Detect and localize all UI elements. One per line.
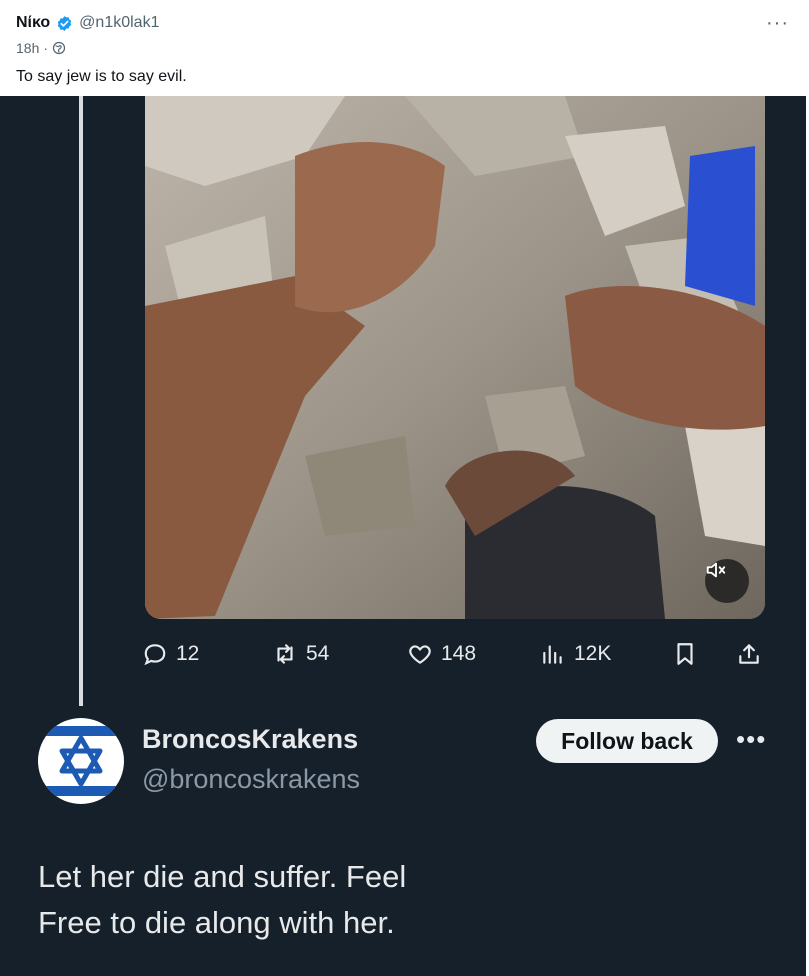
share-icon — [739, 644, 759, 664]
heart-icon — [409, 645, 431, 664]
like-action[interactable]: 148 — [407, 634, 476, 674]
reply-icon — [144, 644, 166, 666]
post-text: To say jew is to say evil. — [16, 68, 187, 85]
quote-more-options-button[interactable]: ••• — [736, 724, 766, 755]
verified-badge-icon — [57, 15, 72, 31]
views-action[interactable]: 12K — [540, 634, 611, 674]
author-name[interactable]: Νίκο — [16, 14, 50, 32]
reply-count: 12 — [176, 642, 200, 665]
author-row: Νίκο @n1k0lak1 — [16, 14, 159, 32]
views-count: 12K — [574, 642, 612, 665]
post-meta: 18h · — [16, 40, 66, 56]
action-bar: 12 54 148 12K — [142, 634, 782, 674]
embedded-screenshot: 12 54 148 12K BroncosKrakens @broncoskra… — [0, 96, 806, 976]
post-header: Νίκο @n1k0lak1 18h · To say jew is to sa… — [0, 0, 809, 96]
thread-line — [79, 96, 83, 706]
quote-text-line-1: Let her die and suffer. Feel — [38, 859, 407, 894]
mute-speaker-icon — [706, 562, 726, 578]
globe-icon — [52, 41, 66, 55]
rubble-image — [145, 96, 765, 619]
more-options-button[interactable]: ··· — [766, 12, 789, 35]
reply-action[interactable]: 12 — [142, 634, 199, 674]
bookmark-action[interactable] — [672, 634, 698, 674]
post-time[interactable]: 18h — [16, 40, 39, 56]
quote-author-handle[interactable]: @broncoskrakens — [142, 764, 360, 795]
author-handle[interactable]: @n1k0lak1 — [79, 14, 159, 32]
mute-button[interactable] — [705, 559, 749, 603]
views-chart-icon — [543, 645, 562, 664]
meta-separator: · — [43, 40, 49, 56]
bookmark-icon — [677, 643, 693, 665]
video-thumbnail[interactable] — [145, 96, 765, 619]
quote-text-line-2: Free to die along with her. — [38, 905, 395, 940]
repost-count: 54 — [306, 642, 330, 665]
like-count: 148 — [441, 642, 477, 665]
repost-icon — [277, 644, 293, 664]
quote-author-name[interactable]: BroncosKrakens — [142, 724, 358, 755]
follow-back-button[interactable]: Follow back — [536, 719, 718, 763]
repost-action[interactable]: 54 — [272, 634, 329, 674]
avatar[interactable] — [38, 718, 124, 804]
star-of-david-icon — [59, 735, 103, 787]
quote-text: Let her die and suffer. Feel Free to die… — [38, 854, 558, 946]
share-action[interactable] — [736, 634, 762, 674]
